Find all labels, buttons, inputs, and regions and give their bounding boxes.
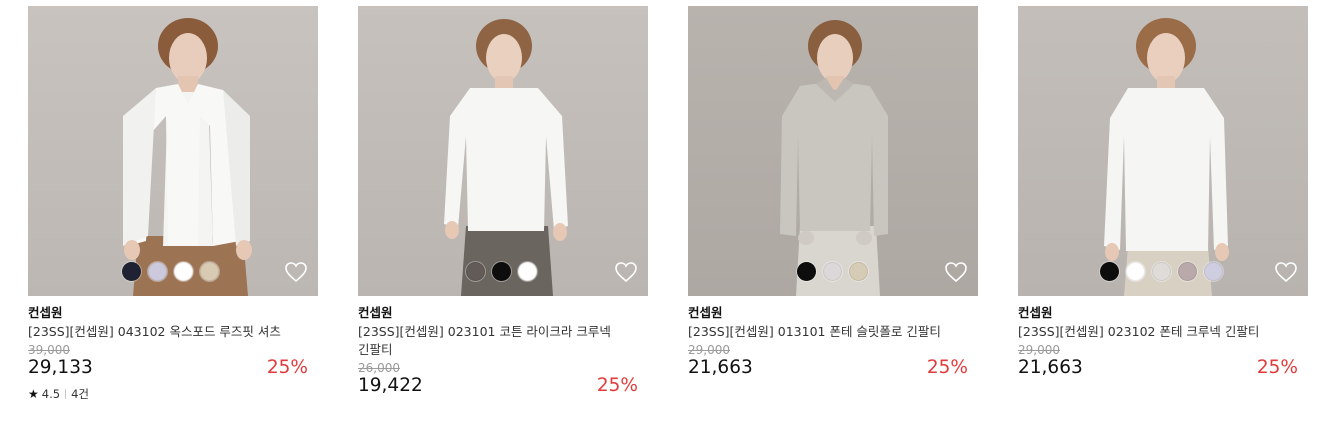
original-price: 29,000 bbox=[1018, 343, 1060, 357]
sale-price: 19,422 bbox=[358, 375, 423, 396]
discount-rate: 25% bbox=[266, 357, 308, 378]
color-swatch[interactable] bbox=[1204, 262, 1223, 281]
color-swatch[interactable] bbox=[492, 262, 511, 281]
color-swatch[interactable] bbox=[823, 262, 842, 281]
color-swatch[interactable] bbox=[200, 262, 219, 281]
model-photo bbox=[1104, 18, 1229, 296]
original-price: 29,000 bbox=[688, 343, 730, 357]
price-row: 21,663 25% bbox=[688, 357, 978, 379]
star-icon: ★ bbox=[28, 387, 39, 401]
brand-name[interactable]: 컨셉원 bbox=[358, 304, 648, 322]
model-photo bbox=[123, 18, 252, 296]
original-price: 39,000 bbox=[28, 343, 70, 357]
color-swatch[interactable] bbox=[849, 262, 868, 281]
color-swatch[interactable] bbox=[797, 262, 816, 281]
product-info: 컨셉원 [23SS][컨셉원] 023102 폰테 크루넥 긴팔티 29,000… bbox=[1018, 296, 1308, 379]
sale-price: 21,663 bbox=[688, 357, 753, 378]
product-card[interactable]: 컨셉원 [23SS][컨셉원] 023101 코튼 라이크라 크루넥 긴팔티 2… bbox=[358, 6, 648, 397]
product-card[interactable]: 컨셉원 [23SS][컨셉원] 013101 폰테 슬릿폴로 긴팔티 29,00… bbox=[688, 6, 978, 379]
product-info: 컨셉원 [23SS][컨셉원] 013101 폰테 슬릿폴로 긴팔티 29,00… bbox=[688, 296, 978, 379]
discount-rate: 25% bbox=[926, 357, 968, 378]
color-swatch[interactable] bbox=[148, 262, 167, 281]
product-card[interactable]: 컨셉원 [23SS][컨셉원] 023102 폰테 크루넥 긴팔티 29,000… bbox=[1018, 6, 1308, 379]
discount-rate: 25% bbox=[1256, 357, 1298, 378]
brand-name[interactable]: 컨셉원 bbox=[28, 304, 318, 322]
color-swatch[interactable] bbox=[518, 262, 537, 281]
product-image[interactable] bbox=[358, 6, 648, 296]
price-row: 19,422 25% bbox=[358, 375, 648, 397]
heart-outline-icon[interactable] bbox=[1274, 261, 1298, 283]
color-swatch[interactable] bbox=[1126, 262, 1145, 281]
product-info: 컨셉원 [23SS][컨셉원] 043102 옥스포드 루즈핏 셔츠 39,00… bbox=[28, 296, 318, 401]
color-swatches bbox=[797, 262, 868, 281]
product-card[interactable]: 컨셉원 [23SS][컨셉원] 043102 옥스포드 루즈핏 셔츠 39,00… bbox=[28, 6, 318, 401]
product-title[interactable]: [23SS][컨셉원] 023102 폰테 크루넥 긴팔티 bbox=[1018, 323, 1273, 341]
product-info: 컨셉원 [23SS][컨셉원] 023101 코튼 라이크라 크루넥 긴팔티 2… bbox=[358, 296, 648, 397]
brand-name[interactable]: 컨셉원 bbox=[688, 304, 978, 322]
sale-price: 21,663 bbox=[1018, 357, 1083, 378]
sale-price: 29,133 bbox=[28, 357, 93, 378]
color-swatch[interactable] bbox=[1100, 262, 1119, 281]
color-swatch[interactable] bbox=[174, 262, 193, 281]
heart-outline-icon[interactable] bbox=[284, 261, 308, 283]
color-swatch[interactable] bbox=[466, 262, 485, 281]
color-swatch[interactable] bbox=[122, 262, 141, 281]
discount-rate: 25% bbox=[596, 375, 638, 396]
product-title[interactable]: [23SS][컨셉원] 013101 폰테 슬릿폴로 긴팔티 bbox=[688, 323, 943, 341]
divider bbox=[65, 389, 67, 399]
rating-summary: ★ 4.5 4건 bbox=[28, 387, 318, 401]
heart-outline-icon[interactable] bbox=[944, 261, 968, 283]
color-swatches bbox=[122, 262, 219, 281]
heart-outline-icon[interactable] bbox=[614, 261, 638, 283]
color-swatches bbox=[466, 262, 537, 281]
review-count: 4건 bbox=[71, 387, 89, 401]
product-image[interactable] bbox=[28, 6, 318, 296]
original-price: 26,000 bbox=[358, 361, 400, 375]
price-row: 21,663 25% bbox=[1018, 357, 1308, 379]
product-title[interactable]: [23SS][컨셉원] 043102 옥스포드 루즈핏 셔츠 bbox=[28, 323, 283, 341]
product-image[interactable] bbox=[688, 6, 978, 296]
brand-name[interactable]: 컨셉원 bbox=[1018, 304, 1308, 322]
model-photo bbox=[444, 19, 568, 296]
color-swatches bbox=[1100, 262, 1223, 281]
product-image[interactable] bbox=[1018, 6, 1308, 296]
rating-value: 4.5 bbox=[41, 387, 61, 401]
product-title[interactable]: [23SS][컨셉원] 023101 코튼 라이크라 크루넥 긴팔티 bbox=[358, 323, 613, 359]
price-row: 29,133 25% bbox=[28, 357, 318, 379]
color-swatch[interactable] bbox=[1178, 262, 1197, 281]
color-swatch[interactable] bbox=[1152, 262, 1171, 281]
model-photo bbox=[780, 20, 888, 296]
product-grid: 컨셉원 [23SS][컨셉원] 043102 옥스포드 루즈핏 셔츠 39,00… bbox=[28, 6, 1318, 436]
